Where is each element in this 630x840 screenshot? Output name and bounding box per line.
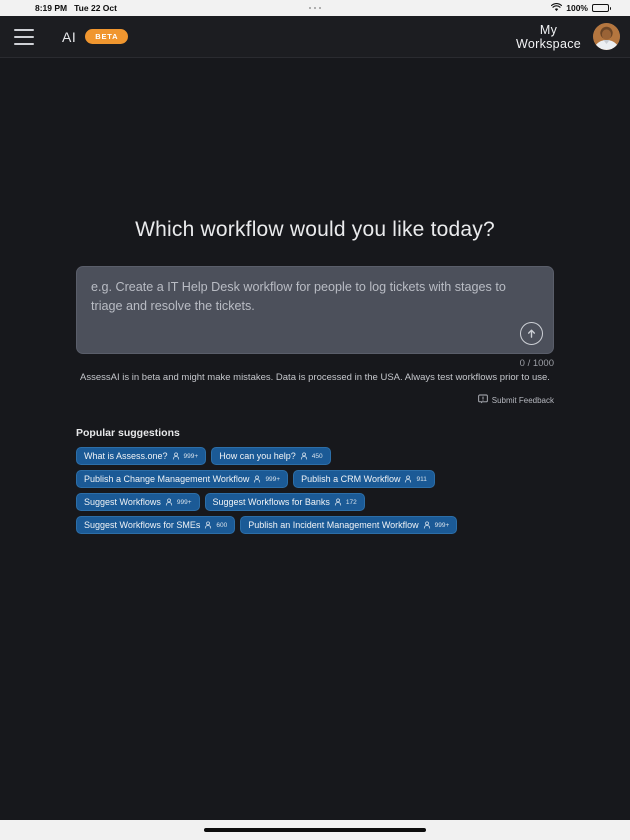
suggestion-chip-label: Suggest Workflows for SMEs [84, 520, 201, 530]
battery-icon [592, 4, 611, 12]
person-icon [165, 498, 173, 506]
home-indicator[interactable] [204, 828, 426, 832]
suggestion-chip-label: Suggest Workflows [84, 497, 161, 507]
suggestion-chip-count: 999+ [265, 475, 281, 483]
brand-block: AI BETA [62, 28, 129, 45]
person-icon [204, 521, 212, 529]
wifi-icon [551, 2, 563, 14]
suggestion-chip-count: 600 [216, 521, 228, 529]
person-icon [334, 498, 342, 506]
app-container: AI BETA My Workspace Which workflow woul… [0, 16, 630, 820]
page-title: Which workflow would you like today? [135, 218, 495, 241]
prompt-placeholder-text: e.g. Create a IT Help Desk workflow for … [91, 280, 506, 313]
suggestion-chip-count: 999+ [183, 452, 199, 460]
feedback-message-icon [477, 391, 488, 409]
person-icon [300, 452, 308, 460]
suggestion-chip[interactable]: Publish a CRM Workflow 911 [293, 470, 435, 488]
arrow-up-circle-icon[interactable] [520, 322, 543, 345]
character-counter: 0 / 1000 [519, 358, 554, 369]
submit-feedback-label: Submit Feedback [491, 395, 554, 405]
status-bar-time: 8:19 PM [35, 3, 68, 13]
suggestion-chip[interactable]: What is Assess.one? 999+ [76, 447, 207, 465]
beta-badge: BETA [85, 29, 129, 44]
suggestion-chip[interactable]: Suggest Workflows for Banks 172 [204, 493, 365, 511]
suggestion-chip-label: Suggest Workflows for Banks [212, 497, 330, 507]
popular-suggestions-heading: Popular suggestions [76, 427, 180, 439]
suggestion-chip-label: What is Assess.one? [84, 451, 168, 461]
ios-status-bar: 8:19 PM Tue 22 Oct 100% [0, 0, 630, 16]
home-indicator-area [0, 820, 630, 840]
ipad-screen: 8:19 PM Tue 22 Oct 100% AI BETA My Works… [0, 0, 630, 840]
person-icon [404, 475, 412, 483]
status-bar-date: Tue 22 Oct [74, 3, 117, 13]
content-inner: Which workflow would you like today? e.g… [76, 218, 554, 534]
suggestion-chip-count: 450 [311, 452, 323, 460]
person-icon [172, 452, 180, 460]
suggestion-chip-label: Publish an Incident Management Workflow [248, 520, 419, 530]
suggestion-chip-list: What is Assess.one? 999+ How can you help?… [76, 447, 506, 534]
avatar[interactable] [593, 23, 620, 50]
suggestion-chip[interactable]: Publish a Change Management Workflow 999+ [76, 470, 289, 488]
prompt-input-container[interactable]: e.g. Create a IT Help Desk workflow for … [76, 266, 554, 354]
submit-feedback-button[interactable]: Submit Feedback [76, 391, 554, 409]
suggestion-chip[interactable]: Suggest Workflows 999+ [76, 493, 200, 511]
suggestion-chip-count: 172 [345, 498, 357, 506]
suggestion-chip-label: Publish a CRM Workflow [301, 474, 401, 484]
status-bar-right: 100% [551, 2, 621, 14]
workspace-title-line2: Workspace [516, 36, 581, 51]
main-content: Which workflow would you like today? e.g… [0, 58, 630, 820]
suggestion-chip-count: 911 [416, 475, 427, 483]
top-navigation-bar: AI BETA My Workspace [0, 16, 630, 58]
person-icon [423, 521, 431, 529]
suggestion-chip[interactable]: Publish an Incident Management Workflow 9… [240, 516, 458, 534]
battery-percent-label: 100% [566, 3, 588, 13]
workspace-title[interactable]: My Workspace [516, 23, 581, 51]
nav-right-group: My Workspace [516, 23, 620, 51]
status-bar-left: 8:19 PM Tue 22 Oct [9, 3, 117, 13]
workspace-title-line1: My [539, 22, 558, 37]
beta-disclaimer: AssessAI is in beta and might make mista… [80, 372, 550, 383]
suggestion-chip-label: How can you help? [219, 451, 296, 461]
suggestion-chip-count: 999+ [434, 521, 450, 529]
hamburger-menu-icon[interactable] [14, 28, 34, 45]
suggestion-chip-count: 999+ [176, 498, 192, 506]
suggestion-chip[interactable]: How can you help? 450 [211, 447, 331, 465]
brand-label: AI [62, 28, 77, 45]
suggestion-chip-label: Publish a Change Management Workflow [84, 474, 250, 484]
person-icon [253, 475, 261, 483]
suggestion-chip[interactable]: Suggest Workflows for SMEs 600 [76, 516, 236, 534]
